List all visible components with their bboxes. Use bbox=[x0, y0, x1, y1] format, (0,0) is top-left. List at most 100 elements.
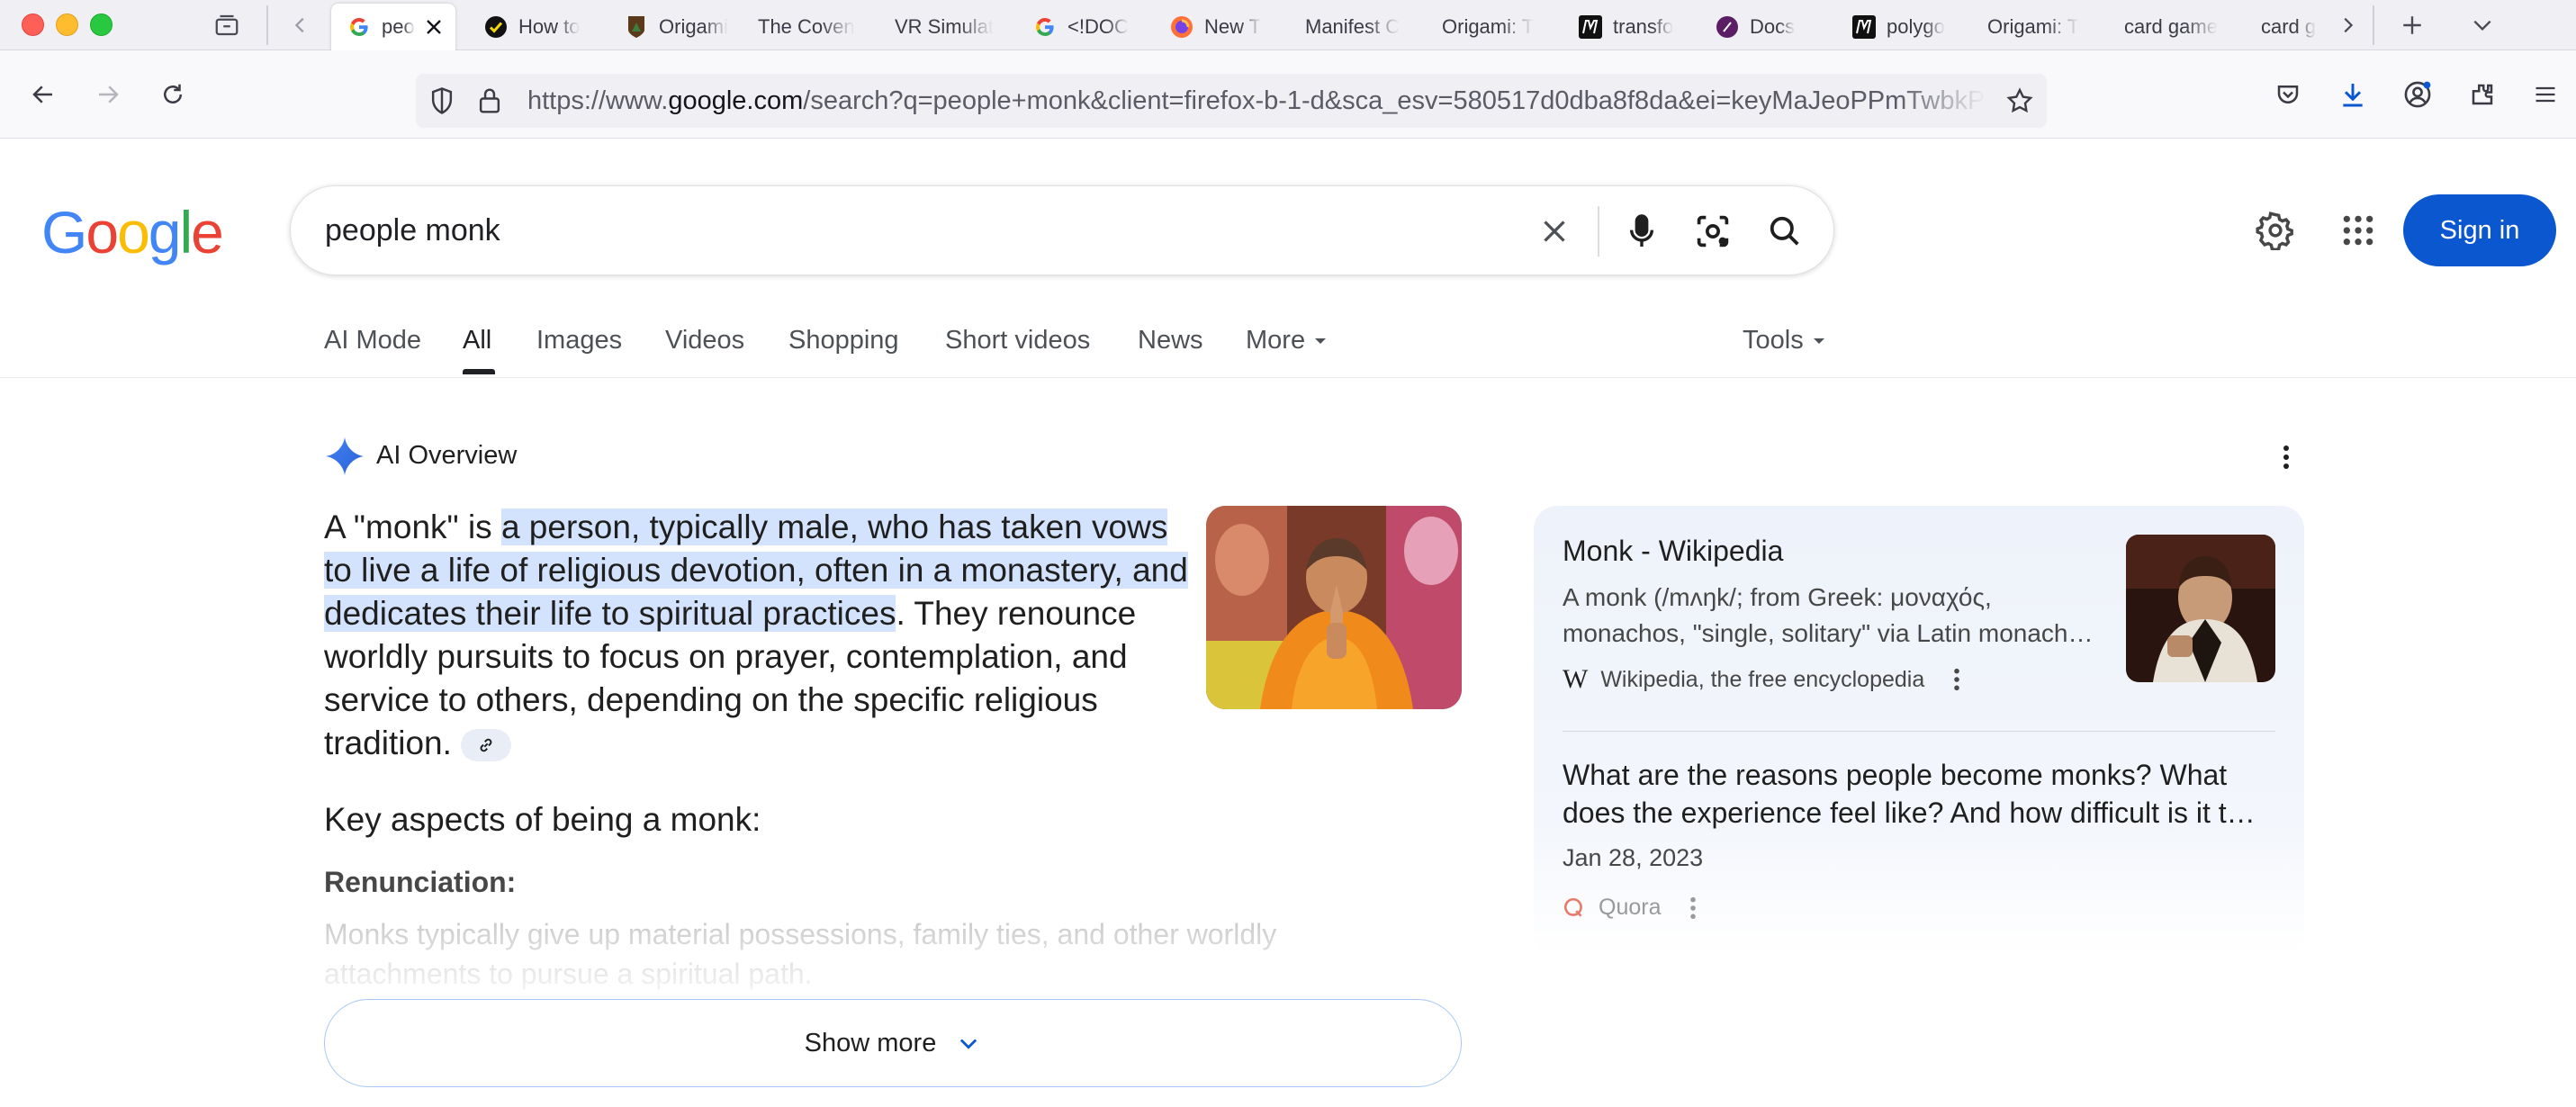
url-path: /search?q=people+monk&client=firefox-b-1… bbox=[803, 86, 1986, 115]
extensions-icon[interactable] bbox=[2463, 75, 2502, 114]
sign-in-button[interactable]: Sign in bbox=[2403, 194, 2556, 266]
browser-tab[interactable]: transfo bbox=[1563, 4, 1699, 50]
url-domain: google.com bbox=[668, 86, 804, 115]
browser-tab[interactable]: Docs bbox=[1699, 4, 1834, 50]
m-logo-icon bbox=[1579, 15, 1602, 39]
tab-title: The Coven bbox=[758, 15, 855, 38]
back-icon[interactable] bbox=[23, 75, 63, 114]
ai-overview-sparkle-icon bbox=[324, 436, 365, 477]
address-bar[interactable]: https://www.google.com/search?q=people+m… bbox=[416, 74, 2047, 128]
park-badge-icon bbox=[625, 15, 648, 39]
tab-more-label: More bbox=[1246, 326, 1306, 355]
window-minimize-button[interactable] bbox=[56, 14, 78, 36]
browser-tab[interactable]: Origami bbox=[608, 4, 745, 50]
chevron-down-icon bbox=[960, 1039, 977, 1049]
tabs-scroll-left-icon[interactable] bbox=[283, 7, 319, 43]
tab-short-videos[interactable]: Short videos bbox=[945, 326, 1090, 356]
browser-tab[interactable]: card g bbox=[2245, 4, 2335, 50]
tab-more[interactable]: More bbox=[1246, 326, 1327, 356]
forward-icon[interactable] bbox=[88, 75, 128, 114]
clear-icon[interactable] bbox=[1533, 210, 1576, 253]
source-site[interactable]: W Wikipedia, the free encyclopedia bbox=[1563, 664, 1960, 695]
lens-camera-icon[interactable] bbox=[1691, 210, 1734, 253]
monk-portrait-thumbnail[interactable] bbox=[2126, 535, 2275, 682]
key-aspects-heading: Key aspects of being a monk: bbox=[324, 801, 761, 838]
tab-title: Origami: T bbox=[1987, 15, 2080, 38]
tab-title: VR Simulat bbox=[895, 15, 995, 38]
account-icon[interactable] bbox=[2398, 75, 2437, 114]
search-input[interactable]: people monk bbox=[325, 213, 500, 248]
tab-shopping[interactable]: Shopping bbox=[788, 326, 899, 356]
renunciation-text: Monks typically give up material possess… bbox=[324, 918, 1277, 990]
browser-tab[interactable]: Origami: T bbox=[1426, 4, 1563, 50]
tab-title: card game bbox=[2124, 15, 2218, 38]
monk-praying-image[interactable] bbox=[1206, 506, 1462, 709]
tab-news[interactable]: News bbox=[1138, 326, 1203, 356]
caret-down-icon bbox=[1813, 338, 1824, 344]
browser-tab[interactable]: polygo bbox=[1836, 4, 1971, 50]
url-text[interactable]: https://www.google.com/search?q=people+m… bbox=[527, 86, 1986, 116]
window-close-button[interactable] bbox=[22, 14, 44, 36]
tab-overview-icon[interactable] bbox=[209, 7, 245, 43]
settings-gear-icon[interactable] bbox=[2254, 209, 2297, 252]
browser-tab[interactable]: Manifest C bbox=[1289, 4, 1426, 50]
window-maximize-button[interactable] bbox=[90, 14, 113, 36]
url-prefix: https://www. bbox=[527, 86, 669, 115]
tab-all[interactable]: All bbox=[463, 326, 491, 356]
search-box[interactable]: people monk bbox=[290, 185, 1834, 275]
browser-tab-active[interactable]: peo bbox=[331, 4, 455, 50]
browser-tab[interactable]: New T bbox=[1154, 4, 1289, 50]
tab-videos[interactable]: Videos bbox=[665, 326, 744, 356]
source-title[interactable]: What are the reasons people become monks… bbox=[1563, 756, 2283, 832]
renunciation-heading: Renunciation: bbox=[324, 866, 517, 898]
firefox-icon bbox=[1170, 15, 1193, 39]
browser-tab[interactable]: How to bbox=[468, 4, 601, 50]
tab-title: How to bbox=[518, 15, 581, 38]
source-site[interactable]: Quora bbox=[1563, 895, 1697, 921]
active-tab-indicator bbox=[463, 369, 495, 374]
microphone-icon[interactable] bbox=[1620, 210, 1663, 253]
tab-close-icon[interactable] bbox=[423, 16, 445, 38]
source-title[interactable]: Monk - Wikipedia bbox=[1563, 535, 2103, 568]
source-site-name: Quora bbox=[1599, 895, 1662, 920]
google-icon bbox=[1033, 15, 1057, 39]
source-link-icon[interactable] bbox=[460, 729, 511, 762]
search-tabs: AI Mode All Images Videos Shopping Short… bbox=[0, 306, 2576, 378]
tab-strip-divider bbox=[2373, 5, 2374, 45]
tools-button[interactable]: Tools bbox=[1743, 326, 1825, 356]
purple-circle-icon bbox=[1716, 15, 1739, 39]
new-tab-icon[interactable] bbox=[2394, 7, 2430, 43]
ai-overview-more-options-icon[interactable] bbox=[2268, 439, 2304, 475]
bookmark-star-icon[interactable] bbox=[2005, 86, 2034, 115]
app-menu-icon[interactable] bbox=[2526, 75, 2565, 114]
tab-title: Origami bbox=[659, 15, 729, 38]
tracking-protection-shield-icon[interactable] bbox=[428, 86, 455, 115]
tabs-scroll-right-icon[interactable] bbox=[2329, 7, 2365, 43]
tab-title: Origami: T bbox=[1442, 15, 1535, 38]
search-icon[interactable] bbox=[1763, 210, 1806, 253]
pocket-icon[interactable] bbox=[2268, 75, 2308, 114]
tab-images[interactable]: Images bbox=[536, 326, 622, 356]
show-more-button[interactable]: Show more bbox=[324, 999, 1462, 1087]
google-apps-grid-icon[interactable] bbox=[2337, 209, 2380, 252]
browser-tab[interactable]: <!DOC bbox=[1017, 4, 1150, 50]
browser-tab[interactable]: Origami: T bbox=[1971, 4, 2108, 50]
tab-title: Docs bbox=[1750, 15, 1796, 38]
lock-icon[interactable] bbox=[477, 86, 502, 115]
source-more-options-icon[interactable] bbox=[1953, 668, 1960, 691]
google-logo[interactable]: Google bbox=[41, 198, 224, 266]
google-icon bbox=[347, 15, 371, 39]
browser-tab[interactable]: The Coven bbox=[742, 4, 878, 50]
ai-overview-sources-panel: Monk - Wikipedia A monk (/mʌŋk/; from Gr… bbox=[1534, 506, 2304, 956]
quora-icon bbox=[1563, 896, 1586, 920]
tab-ai-mode[interactable]: AI Mode bbox=[324, 326, 421, 356]
source-date: Jan 28, 2023 bbox=[1563, 844, 1704, 871]
source-more-options-icon[interactable] bbox=[1689, 896, 1697, 920]
browser-tab[interactable]: VR Simulat bbox=[878, 4, 1013, 50]
source-snippet: A monk (/mʌŋk/; from Greek: μοναχός, mon… bbox=[1563, 583, 2094, 647]
reload-icon[interactable] bbox=[153, 75, 193, 114]
browser-tab[interactable]: card game bbox=[2108, 4, 2245, 50]
downloads-icon[interactable] bbox=[2333, 75, 2373, 114]
list-all-tabs-icon[interactable] bbox=[2464, 7, 2500, 43]
browser-tab-strip: peo How to Origami The Coven VR Simulat … bbox=[0, 0, 2576, 50]
